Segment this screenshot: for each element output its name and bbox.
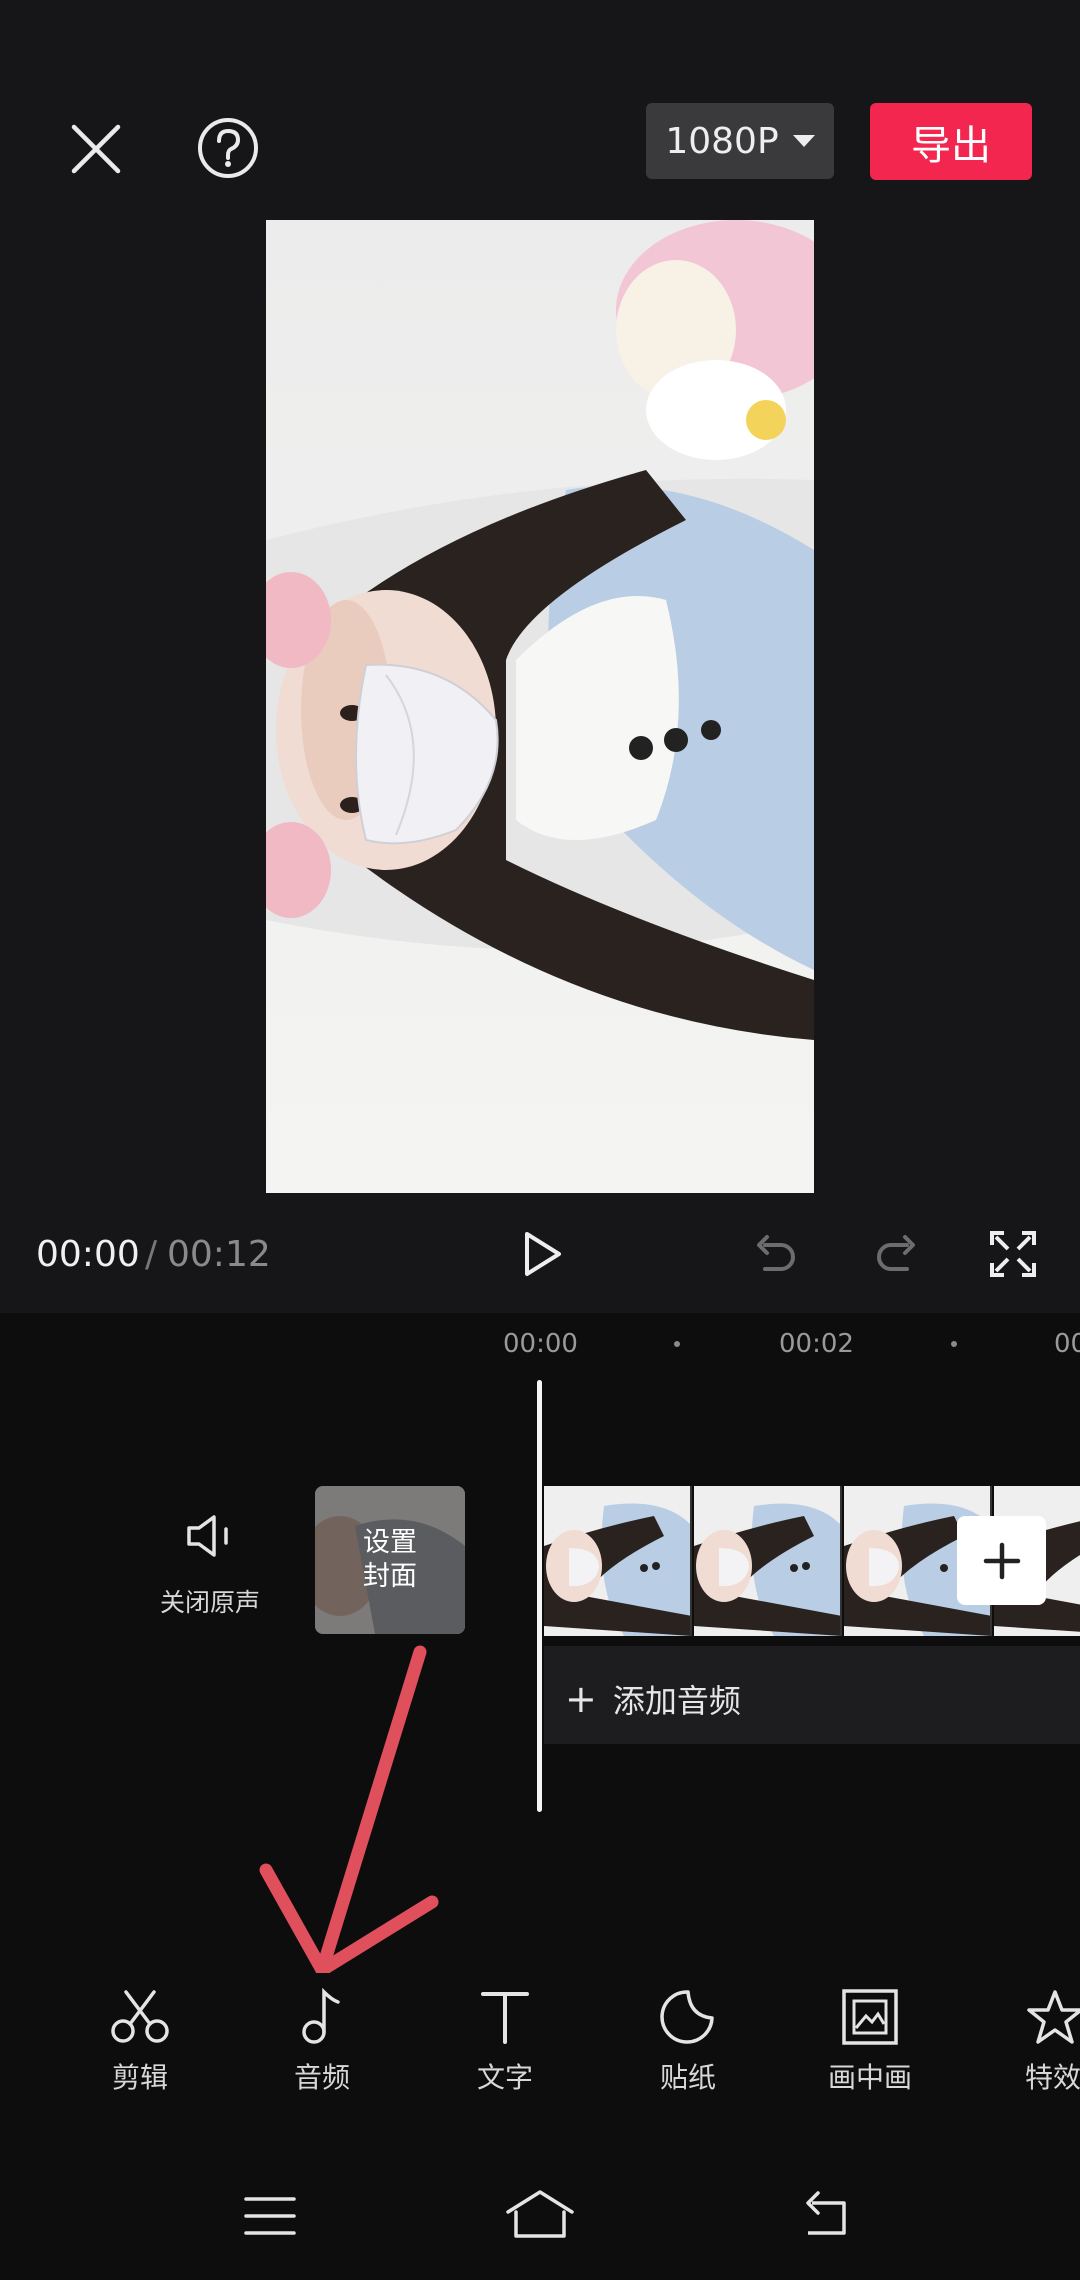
set-cover-button[interactable]: 设置 封面 bbox=[315, 1486, 465, 1634]
back-icon[interactable] bbox=[796, 2186, 856, 2242]
close-icon[interactable] bbox=[62, 115, 130, 183]
tool-label: 剪辑 bbox=[111, 2061, 168, 2094]
cover-label-line2: 封面 bbox=[363, 1561, 417, 1592]
tick-label: 00:02 bbox=[779, 1329, 854, 1359]
tool-effects[interactable]: 特效 bbox=[985, 1988, 1080, 2096]
tool-text[interactable]: 文字 bbox=[435, 1988, 575, 2096]
redo-icon[interactable] bbox=[866, 1226, 926, 1282]
add-audio-label: 添加音频 bbox=[612, 1682, 741, 1720]
scissors-icon bbox=[111, 1990, 169, 2043]
resolution-value: 1080P bbox=[665, 120, 779, 162]
play-icon[interactable] bbox=[512, 1224, 572, 1284]
text-icon bbox=[481, 1992, 529, 2044]
tool-label: 贴纸 bbox=[659, 2061, 716, 2094]
tick-label: 00:0 bbox=[1054, 1329, 1080, 1359]
resolution-dropdown[interactable]: 1080P bbox=[646, 103, 834, 179]
mute-original-label[interactable]: 关闭原声 bbox=[150, 1583, 270, 1619]
total-time: 00:12 bbox=[167, 1234, 271, 1275]
caret-down-icon bbox=[792, 135, 815, 147]
plus-icon: + bbox=[565, 1677, 597, 1721]
music-note-icon bbox=[302, 1988, 340, 2044]
fullscreen-icon[interactable] bbox=[982, 1226, 1044, 1282]
speaker-icon[interactable] bbox=[180, 1510, 240, 1562]
add-clip-button[interactable] bbox=[957, 1516, 1046, 1605]
tool-label: 音频 bbox=[293, 2061, 350, 2094]
video-frame-image bbox=[266, 220, 814, 1193]
tick-label: 00:00 bbox=[503, 1329, 578, 1359]
sticker-icon bbox=[660, 1990, 714, 2044]
tool-audio[interactable]: 音频 bbox=[252, 1988, 392, 2096]
menu-icon[interactable] bbox=[240, 2190, 300, 2242]
help-icon[interactable] bbox=[192, 112, 264, 184]
tool-label: 特效 bbox=[1025, 2061, 1080, 2094]
tool-picture-in-picture[interactable]: 画中画 bbox=[800, 1988, 940, 2096]
tool-label: 画中画 bbox=[827, 2061, 912, 2094]
annotation-arrow bbox=[259, 1645, 439, 1977]
effects-star-icon bbox=[1027, 1990, 1080, 2044]
time-separator: / bbox=[145, 1234, 158, 1275]
cover-label-line1: 设置 bbox=[363, 1527, 417, 1558]
tool-label: 文字 bbox=[476, 2061, 533, 2094]
current-time: 00:00 bbox=[36, 1234, 140, 1275]
clip-frame bbox=[694, 1486, 842, 1636]
undo-icon[interactable] bbox=[746, 1226, 806, 1282]
playhead[interactable] bbox=[537, 1380, 542, 1812]
picture-in-picture-icon bbox=[842, 1989, 898, 2045]
home-icon[interactable] bbox=[504, 2184, 576, 2244]
tool-edit[interactable]: 剪辑 bbox=[70, 1988, 210, 2096]
plus-icon bbox=[983, 1542, 1020, 1579]
clip-frame bbox=[544, 1486, 692, 1636]
export-button[interactable]: 导出 bbox=[870, 103, 1032, 180]
tick-dot bbox=[674, 1341, 680, 1347]
add-audio-button[interactable]: + 添加音频 bbox=[565, 1676, 741, 1722]
tick-dot bbox=[951, 1341, 957, 1347]
tool-sticker[interactable]: 贴纸 bbox=[618, 1988, 758, 2096]
video-preview[interactable] bbox=[266, 220, 814, 1193]
